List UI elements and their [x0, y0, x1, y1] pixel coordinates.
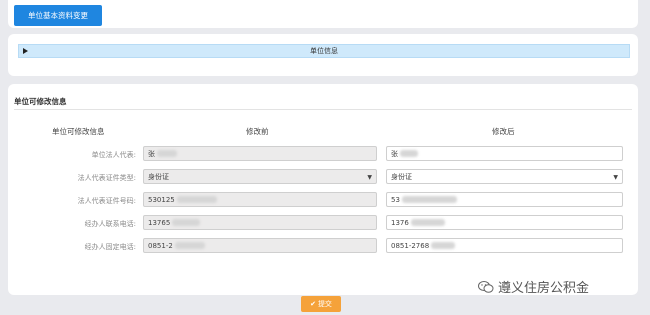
submit-button[interactable]: ✔ 提交 [301, 296, 341, 312]
id-type-after-select[interactable]: 身份证 ▼ [386, 169, 623, 184]
legal-rep-after-value: 张 [391, 149, 398, 158]
chevron-down-icon: ▼ [367, 174, 372, 181]
company-info-title: 单位信息 [310, 47, 338, 55]
row-label-contact-phone: 经办人联系电话: [84, 220, 136, 228]
id-number-before-field: 530125 [143, 192, 377, 207]
tab-bar: 单位基本资料变更 [8, 0, 638, 28]
id-number-after-value: 53 [391, 195, 400, 204]
id-type-before-value: 身份证 [148, 172, 169, 181]
company-info-collapse-bar[interactable]: 单位信息 [18, 44, 630, 58]
row-label-id-number: 法人代表证件号码: [77, 197, 136, 205]
section-title: 单位可修改信息 [14, 97, 67, 106]
column-header-before: 修改前 [246, 127, 269, 136]
modifiable-info-panel: 单位可修改信息 单位可修改信息 修改前 修改后 单位法人代表: 张 张 法人代表… [8, 84, 638, 295]
landline-before-value: 0851-2 [148, 241, 173, 250]
redacted-blur [172, 219, 201, 226]
watermark-text: 遵义住房公积金 [498, 281, 590, 296]
legal-rep-before-value: 张 [148, 149, 155, 158]
id-number-after-field[interactable]: 53 [386, 192, 623, 207]
id-type-after-value: 身份证 [391, 172, 412, 181]
redacted-blur [410, 219, 445, 226]
contact-phone-before-value: 13765 [148, 218, 171, 227]
id-number-before-value: 530125 [148, 195, 175, 204]
check-icon: ✔ [310, 300, 316, 308]
redacted-blur [174, 242, 205, 249]
chevron-down-icon[interactable]: ▼ [613, 174, 618, 181]
redacted-blur [431, 242, 456, 249]
legal-rep-before-field: 张 [143, 146, 377, 161]
row-label-landline: 经办人固定电话: [84, 243, 136, 251]
column-header-field: 单位可修改信息 [52, 127, 105, 136]
contact-phone-before-field: 13765 [143, 215, 377, 230]
redacted-blur [401, 196, 457, 203]
row-label-id-type: 法人代表证件类型: [77, 174, 136, 182]
redacted-blur [157, 150, 177, 157]
landline-after-value: 0851-2768 [391, 241, 430, 250]
contact-phone-after-field[interactable]: 1376 [386, 215, 623, 230]
submit-label: 提交 [317, 300, 332, 308]
landline-after-field[interactable]: 0851-2768 [386, 238, 623, 253]
row-label-legal-rep: 单位法人代表: [91, 151, 136, 159]
id-type-before-select: 身份证 ▼ [143, 169, 377, 184]
landline-before-field: 0851-2 [143, 238, 377, 253]
redacted-blur [400, 150, 418, 157]
contact-phone-after-value: 1376 [391, 218, 409, 227]
legal-rep-after-field[interactable]: 张 [386, 146, 623, 161]
redacted-blur [176, 196, 217, 203]
expand-arrow-icon[interactable] [23, 48, 28, 54]
divider [14, 109, 632, 110]
company-info-panel: 单位信息 [8, 34, 638, 76]
column-header-after: 修改后 [492, 127, 515, 136]
watermark: 遵义住房公积金 [478, 277, 589, 296]
wechat-icon [478, 280, 494, 293]
tab-company-info-change[interactable]: 单位基本资料变更 [14, 5, 102, 26]
